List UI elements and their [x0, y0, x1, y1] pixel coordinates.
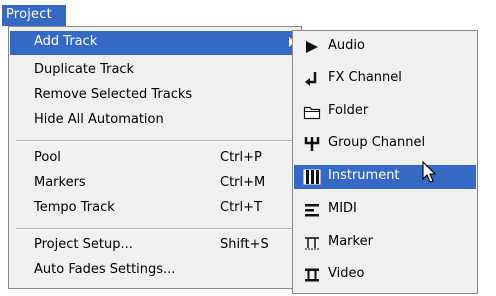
menu-item-label: Auto Fades Settings... — [34, 262, 176, 277]
menu-item-label: Project Setup... — [34, 237, 133, 252]
submenu-item-folder[interactable]: Folder — [294, 100, 476, 124]
group-fork-icon — [303, 136, 321, 152]
submenu-item-label: FX Channel — [328, 70, 402, 85]
menu-item-shortcut: Ctrl+P — [220, 150, 262, 165]
submenu-item-label: MIDI — [328, 201, 357, 216]
submenu-item-label: Folder — [328, 103, 369, 118]
menu-item-remove-selected-tracks[interactable]: Remove Selected Tracks — [10, 84, 300, 108]
menu-item-pool[interactable]: Pool Ctrl+P — [10, 147, 300, 171]
menu-item-label: Hide All Automation — [34, 112, 164, 127]
menu-item-label: Markers — [34, 175, 86, 190]
menu-item-label: Pool — [34, 150, 61, 165]
project-menu: Add Track Duplicate Track Remove Selecte… — [8, 26, 302, 289]
menu-item-label: Remove Selected Tracks — [34, 87, 193, 102]
submenu-item-label: Marker — [328, 234, 373, 249]
menu-item-hide-all-automation[interactable]: Hide All Automation — [10, 109, 300, 133]
submenu-item-video[interactable]: Video — [294, 263, 476, 287]
menu-item-auto-fades-settings[interactable]: Auto Fades Settings... — [10, 259, 300, 283]
menu-project[interactable]: Project — [2, 5, 66, 26]
menu-item-markers[interactable]: Markers Ctrl+M — [10, 172, 300, 196]
menu-item-label: Tempo Track — [34, 200, 115, 215]
submenu-item-midi[interactable]: MIDI — [294, 198, 476, 222]
play-triangle-icon — [303, 39, 321, 55]
submenu-item-label: Audio — [328, 38, 365, 53]
menu-item-project-setup[interactable]: Project Setup... Shift+S — [10, 234, 300, 258]
menu-item-duplicate-track[interactable]: Duplicate Track — [10, 59, 300, 83]
menu-item-add-track[interactable]: Add Track — [10, 31, 300, 55]
menu-project-label: Project — [6, 7, 52, 22]
folder-icon — [303, 104, 321, 120]
menu-item-shortcut: Ctrl+M — [220, 175, 266, 190]
add-track-submenu: Audio FX Channel Folder Group Channel In… — [292, 30, 478, 294]
mouse-cursor-icon — [422, 160, 438, 189]
submenu-item-instrument[interactable]: Instrument — [294, 165, 476, 189]
marker-icon — [303, 235, 321, 251]
menu-item-label: Duplicate Track — [34, 62, 135, 77]
video-film-icon — [303, 267, 321, 283]
menu-item-tempo-track[interactable]: Tempo Track Ctrl+T — [10, 197, 300, 221]
submenu-item-label: Instrument — [328, 168, 400, 183]
menu-separator — [16, 228, 294, 230]
submenu-item-group-channel[interactable]: Group Channel — [294, 132, 476, 156]
menu-item-label: Add Track — [34, 34, 98, 49]
piano-keys-icon — [303, 169, 321, 185]
submenu-item-marker[interactable]: Marker — [294, 231, 476, 255]
fx-return-arrow-icon — [303, 71, 321, 87]
menu-item-shortcut: Ctrl+T — [220, 200, 262, 215]
submenu-item-audio[interactable]: Audio — [294, 35, 476, 59]
submenu-item-label: Group Channel — [328, 135, 426, 150]
submenu-item-fx-channel[interactable]: FX Channel — [294, 67, 476, 91]
menu-separator — [16, 140, 294, 142]
menu-item-shortcut: Shift+S — [220, 237, 269, 252]
midi-lines-icon — [303, 202, 321, 218]
submenu-item-label: Video — [328, 266, 365, 281]
